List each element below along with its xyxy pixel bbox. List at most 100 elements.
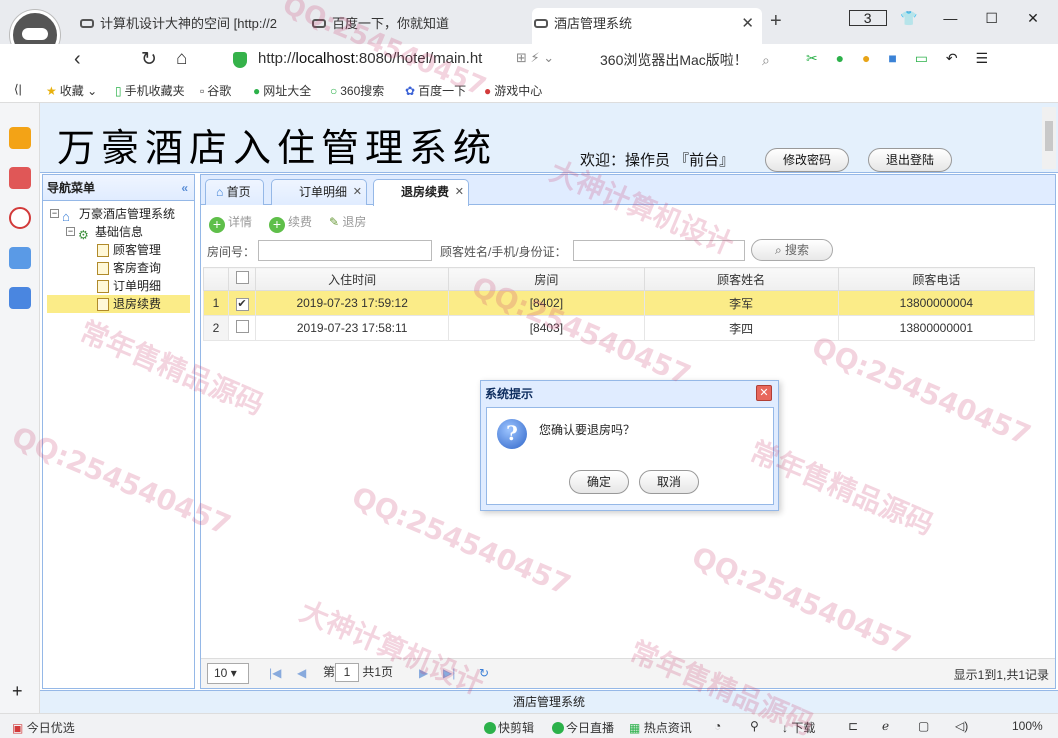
sidebar-toggle-icon[interactable]: ⟨| [14,82,22,96]
tab-home[interactable]: ⌂ 首页 [205,179,264,205]
apps-icon[interactable]: ■ [888,50,896,66]
home-icon[interactable]: ⌂ [176,48,187,70]
ie-icon[interactable]: ℯ [882,719,889,733]
bookmark-sites[interactable]: ● 网址大全 [253,82,311,99]
download-icon: ↓ [782,721,788,735]
collapse-icon[interactable]: « [181,175,188,201]
news-side-icon[interactable] [9,167,31,189]
tree-toggle-icon[interactable]: − [66,227,75,236]
checkout-button[interactable]: ✎ 退房 [329,213,366,230]
tab-count-badge[interactable]: 3 [848,10,887,26]
status-news[interactable]: ▦ 热点资讯 [629,719,692,736]
close-tab-icon[interactable]: ✕ [455,180,464,204]
logout-button[interactable]: 退出登陆 [868,148,952,172]
pin-icon[interactable]: ⚲ [750,719,759,733]
game-icon: ● [484,84,492,98]
close-window-icon[interactable]: ✕ [1014,10,1052,27]
phone-icon: ▯ [115,84,122,98]
url-field[interactable]: http://localhost:8080/hotel/main.ht [258,50,482,67]
status-live[interactable]: 今日直播 [552,719,614,736]
header-scrollbar[interactable] [1042,107,1056,169]
row-checkbox[interactable]: ✔ [235,297,249,311]
nav-item-customers[interactable]: 顾客管理 [43,241,194,259]
prev-page-icon[interactable]: ◀ [297,666,306,680]
room-number-input[interactable] [258,240,432,261]
bookmark-games[interactable]: ● 游戏中心 [484,82,542,99]
browser-tab-label: 百度一下，你就知道 [332,16,450,31]
first-page-icon[interactable]: |◀ [269,666,281,680]
undo-icon[interactable]: ↶ [946,50,958,67]
battery-icon[interactable]: ▭ [915,50,928,67]
browser-tab-1[interactable]: 计算机设计大神的空间 [http://2 [78,11,278,37]
bookmark-favorites[interactable]: ★ 收藏 ⌄ [46,82,97,99]
new-tab-icon[interactable]: + [770,10,782,33]
nav-item-checkout[interactable]: 退房续费 [47,295,190,313]
nav-item-orders[interactable]: 订单明细 [43,277,194,295]
detail-button[interactable]: + 详情 [209,213,252,233]
row-checkbox[interactable] [235,320,249,333]
search-icon[interactable]: ⌕ [762,52,770,69]
close-icon[interactable]: ✕ [756,385,772,401]
mail-side-icon[interactable] [9,247,31,269]
search-button[interactable]: ⌕ 搜索 [751,239,833,261]
reload-icon[interactable]: ↻ [141,48,157,71]
table-row[interactable]: 1 ✔ 2019-07-23 17:59:12 [8402] 李军 138000… [202,290,1036,316]
back-icon[interactable]: ‹ [74,48,81,71]
scissors-icon[interactable]: ✂ [806,50,818,67]
guest-search-input[interactable] [573,240,745,261]
col-guest-name[interactable]: 顾客姓名 [643,267,839,291]
weibo-side-icon[interactable] [9,207,31,229]
shield-icon[interactable]: ● [862,50,870,66]
bookmark-baidu[interactable]: ✿ 百度一下 [405,82,466,99]
today-picks[interactable]: ▣ 今日优选 [12,719,75,736]
ok-button[interactable]: 确定 [569,470,629,494]
tree-root[interactable]: − ⌂ 万豪酒店管理系统 [43,205,194,224]
minimize-icon[interactable]: — [931,10,969,26]
select-all-checkbox[interactable] [235,271,249,284]
last-page-icon[interactable]: ▶| [443,666,455,680]
col-room[interactable]: 房间 [448,267,645,291]
tree-toggle-icon[interactable]: − [50,209,59,218]
col-checkin-time[interactable]: 入住时间 [255,267,450,291]
close-tab-icon[interactable]: ✕ [741,8,754,40]
url-tools-icon[interactable]: ⊞ ⚡ ⌄ [516,50,554,66]
renew-button[interactable]: + 续费 [269,213,312,233]
col-guest-phone[interactable]: 顾客电话 [837,267,1036,291]
cancel-button[interactable]: 取消 [639,470,699,494]
promo-text[interactable]: 360浏览器出Mac版啦！ [600,50,748,70]
pencil-icon: ✎ [329,215,340,229]
tab-orders[interactable]: 订单明细 ✕ [271,179,367,205]
notes-side-icon[interactable] [9,287,31,309]
nav-item-rooms[interactable]: 客房查询 [43,259,194,277]
next-page-icon[interactable]: ▶ [419,666,428,680]
table-row[interactable]: 2 2019-07-23 17:58:11 [8403] 李四 13800000… [202,315,1036,341]
page-size-select[interactable]: 10 ▾ [207,663,249,684]
zoom-level[interactable]: 100% [1012,719,1043,733]
bookmark-google[interactable]: ▫ 谷歌 [200,82,231,99]
skin-icon[interactable]: 👕 [890,10,928,27]
screenshot-icon[interactable]: ⊏ [848,719,858,733]
browser-tab-2[interactable]: 百度一下，你就知道 [310,11,510,37]
bookmark-360[interactable]: ○ 360搜索 [330,82,384,99]
status-quickcut[interactable]: 快剪辑 [484,719,534,736]
page-input[interactable]: 1 [335,663,360,682]
tab-page-icon [534,19,548,28]
window-icon[interactable]: ▢ [918,719,929,733]
document-icon [97,244,109,257]
status-download[interactable]: ↓ 下载 [782,719,815,736]
add-panel-icon[interactable]: + [12,681,23,702]
speed-icon[interactable]: ◔ [714,719,721,733]
tree-group-basic[interactable]: − ⚙ 基础信息 [43,223,194,242]
change-password-button[interactable]: 修改密码 [765,148,849,172]
close-tab-icon[interactable]: ✕ [353,180,362,204]
tab-checkout[interactable]: 退房续费 ✕ [373,179,469,206]
volume-icon[interactable]: ◁) [955,719,968,733]
favorites-side-icon[interactable] [9,127,31,149]
document-icon [97,280,109,293]
bookmark-mobile[interactable]: ▯ 手机收藏夹 [115,82,185,99]
browser-tab-3[interactable]: 酒店管理系统 ✕ [532,8,762,44]
maximize-icon[interactable]: ☐ [973,10,1011,27]
translate-icon[interactable]: ● [836,50,844,66]
menu-icon[interactable]: ☰ [975,50,988,67]
refresh-icon[interactable]: ↻ [479,666,489,680]
